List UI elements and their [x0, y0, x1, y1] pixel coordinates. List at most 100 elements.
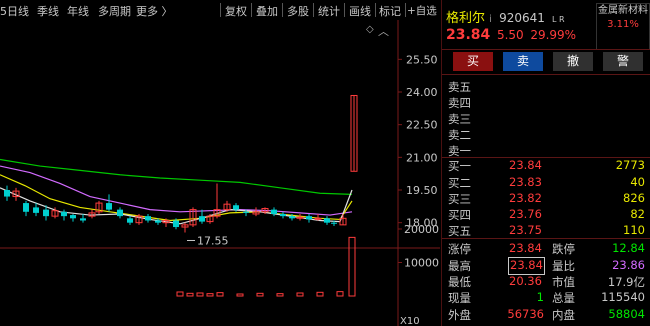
candle-body-down	[117, 209, 123, 217]
total-volume-label: 总量	[552, 291, 575, 305]
candle-body-down	[61, 211, 67, 217]
ask-4-label: 卖四	[448, 96, 471, 110]
toolbar-divider	[344, 3, 345, 17]
bid-1-label: 买一	[448, 159, 471, 173]
toolbar-divider	[313, 3, 314, 17]
year-line-toggle[interactable]: 年线	[67, 3, 89, 19]
volume-axis-label: 20000	[404, 223, 439, 236]
sell-button[interactable]: 卖	[503, 52, 543, 71]
sector-change: 3.11%	[607, 19, 639, 30]
ma10-line	[0, 174, 353, 222]
multi-period-button[interactable]: 多周期	[98, 3, 131, 19]
inner-volume-label: 内盘	[552, 308, 575, 322]
volume-bar	[276, 293, 284, 297]
low-value: 20.36	[509, 274, 542, 288]
current-price: 23.84	[446, 27, 491, 43]
candle-body-down	[289, 216, 295, 219]
bid-3-label: 买三	[448, 192, 471, 206]
quarter-line-toggle[interactable]: 季线	[37, 3, 59, 19]
candle-body-down	[4, 190, 10, 197]
bid-1-volume: 2773	[615, 158, 645, 172]
price-axis-label: 21.00	[406, 151, 438, 164]
price-axis-label: 25.50	[406, 53, 438, 66]
limit-up-value: 23.84	[509, 241, 542, 255]
candlestick-chart[interactable]: 25.5024.0022.5021.0019.5018.002000010000…	[0, 20, 440, 326]
moving-average-lines	[0, 158, 353, 225]
current-volume-label: 现量	[448, 291, 471, 305]
ask-5-label: 卖五	[448, 80, 471, 94]
chevron-up-icon[interactable]: ︿	[378, 23, 389, 39]
sector-name: 金属新材料	[598, 5, 648, 16]
chart-toolbar: 5日线 季线 年线 多周期 更多 〉 复权 叠加 多股 统计 画线 标记 +自选	[0, 0, 440, 20]
volume-ratio-value: 23.86	[612, 258, 645, 272]
high-value: 23.84	[508, 257, 545, 275]
market-cap-value: 17.9亿	[607, 275, 645, 289]
bid-4-label: 买四	[448, 208, 471, 222]
bid-4-volume: 82	[630, 207, 645, 221]
candle-body-down	[127, 218, 133, 223]
volume-ratio-label: 量比	[552, 259, 575, 273]
candle-body-down	[233, 205, 239, 210]
candle-body-down	[199, 216, 205, 222]
price-change-pct: 29.99%	[530, 28, 577, 42]
divider	[442, 74, 650, 75]
candle-body-down	[173, 220, 179, 228]
stock-flags: L R	[552, 15, 565, 24]
cancel-order-button[interactable]: 撤	[553, 52, 593, 71]
candle-body-down	[155, 220, 161, 223]
volume-bar	[348, 236, 356, 297]
volume-bar	[186, 292, 194, 297]
candle-body-down	[324, 218, 330, 223]
ask-2-label: 卖二	[448, 128, 471, 142]
stock-header: 格利尔 i 920641 L R	[446, 7, 565, 26]
add-watchlist-button[interactable]: +自选	[407, 3, 437, 18]
inner-volume-value: 58804	[608, 307, 645, 321]
more-menu[interactable]: 更多 〉	[136, 3, 173, 19]
ma5-toggle[interactable]: 5日线	[0, 3, 29, 19]
price-axis-label: 24.00	[406, 86, 438, 99]
bid-2-label: 买二	[448, 176, 471, 190]
draw-line-button[interactable]: 画线	[349, 3, 371, 19]
candle-body-up	[296, 216, 304, 219]
toolbar-divider	[220, 3, 221, 17]
stock-name: 格利尔	[446, 11, 486, 26]
candle-body-down	[43, 209, 49, 217]
bid-1-price: 23.84	[509, 158, 542, 172]
bid-3-price: 23.82	[509, 191, 542, 205]
bid-5-volume: 110	[623, 223, 645, 237]
volume-multiplier: X10	[400, 316, 420, 326]
sector-box[interactable]: 金属新材料 3.11%	[596, 3, 650, 50]
current-volume-value: 1	[536, 290, 544, 304]
candle-body-down	[23, 203, 29, 212]
toolbar-divider	[375, 3, 376, 17]
candle-body-down	[80, 218, 86, 221]
bid-5-label: 买五	[448, 224, 471, 238]
chart-grid	[0, 20, 440, 326]
volume-bar	[176, 291, 184, 297]
diamond-icon[interactable]: ◇	[366, 24, 374, 35]
info-icon[interactable]: i	[489, 14, 492, 25]
overlay-button[interactable]: 叠加	[256, 3, 278, 19]
volume-bar	[296, 292, 304, 297]
high-label: 最高	[448, 259, 471, 273]
toolbar-divider	[405, 3, 406, 17]
alert-button[interactable]: 警	[603, 52, 643, 71]
outer-volume-value: 56736	[507, 307, 544, 321]
bid-3-volume: 826	[623, 191, 645, 205]
restore-rights-button[interactable]: 复权	[225, 3, 247, 19]
statistics-button[interactable]: 统计	[318, 3, 340, 19]
ask-3-label: 卖三	[448, 112, 471, 126]
volume-axis-label: 10000	[404, 257, 439, 270]
mark-button[interactable]: 标记	[379, 3, 401, 19]
multi-stock-button[interactable]: 多股	[287, 3, 309, 19]
bid-2-price: 23.83	[509, 175, 542, 189]
low-label: 最低	[448, 275, 471, 289]
volume-bar	[256, 292, 264, 297]
divider	[442, 238, 650, 239]
market-cap-label: 市值	[552, 275, 575, 289]
bid-2-volume: 40	[630, 175, 645, 189]
price-axis-label: 22.50	[406, 119, 438, 132]
limit-down-value: 12.84	[612, 241, 645, 255]
buy-button[interactable]: 买	[453, 52, 493, 71]
candle-body-down	[243, 211, 249, 213]
